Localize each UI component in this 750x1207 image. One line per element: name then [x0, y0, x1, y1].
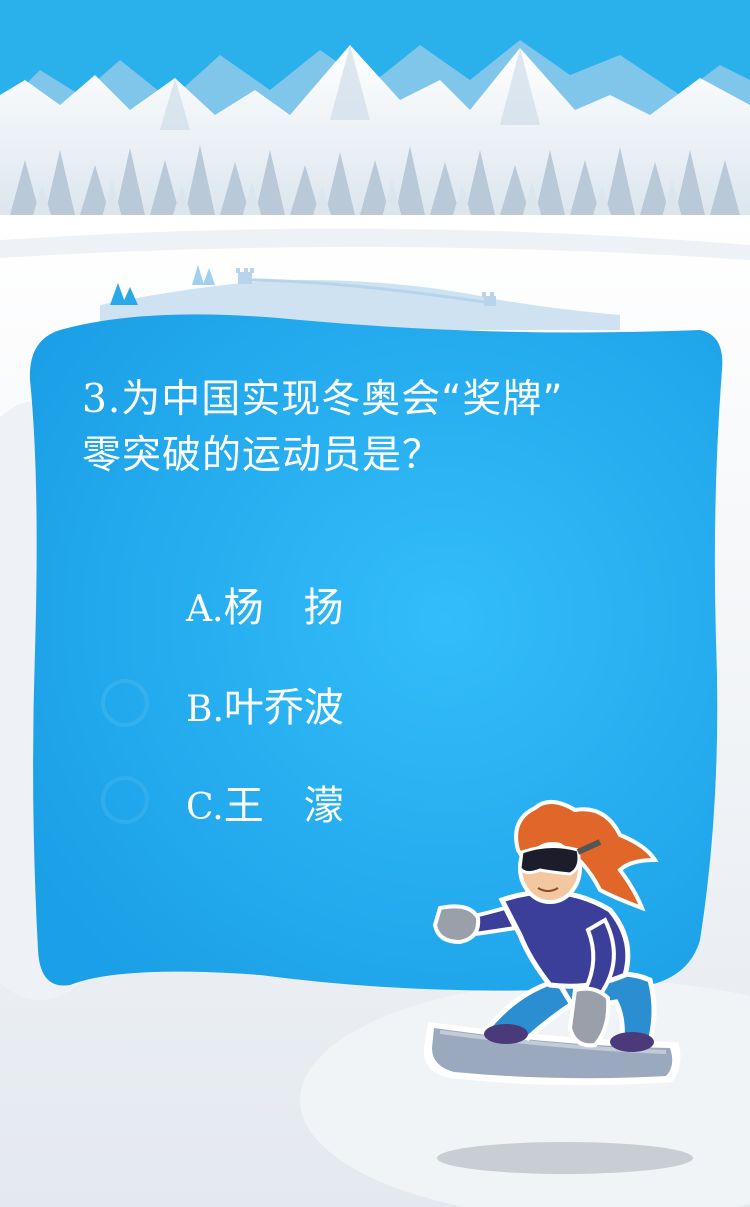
question-text: 3.为中国实现冬奥会“奖牌” 零突破的运动员是？ [82, 372, 722, 484]
question-line-2: 零突破的运动员是？ [82, 433, 443, 478]
option-a-letter: A. [186, 589, 224, 630]
question-number: 3. [82, 377, 122, 422]
question-line-1: 为中国实现冬奥会“奖牌” [121, 377, 564, 422]
option-b-label: 叶乔波 [223, 685, 344, 731]
option-c-letter: C. [186, 787, 224, 828]
option-c[interactable]: C.王 濛 [186, 776, 344, 836]
option-a[interactable]: A.杨 扬 [186, 578, 343, 638]
snowboarder-illustration [423, 800, 693, 1174]
option-a-label: 杨 扬 [223, 585, 344, 631]
background-scene [0, 0, 750, 1207]
option-c-label: 王 濛 [223, 783, 344, 829]
option-b[interactable]: B.叶乔波 [186, 678, 344, 738]
option-b-letter: B. [186, 689, 224, 730]
